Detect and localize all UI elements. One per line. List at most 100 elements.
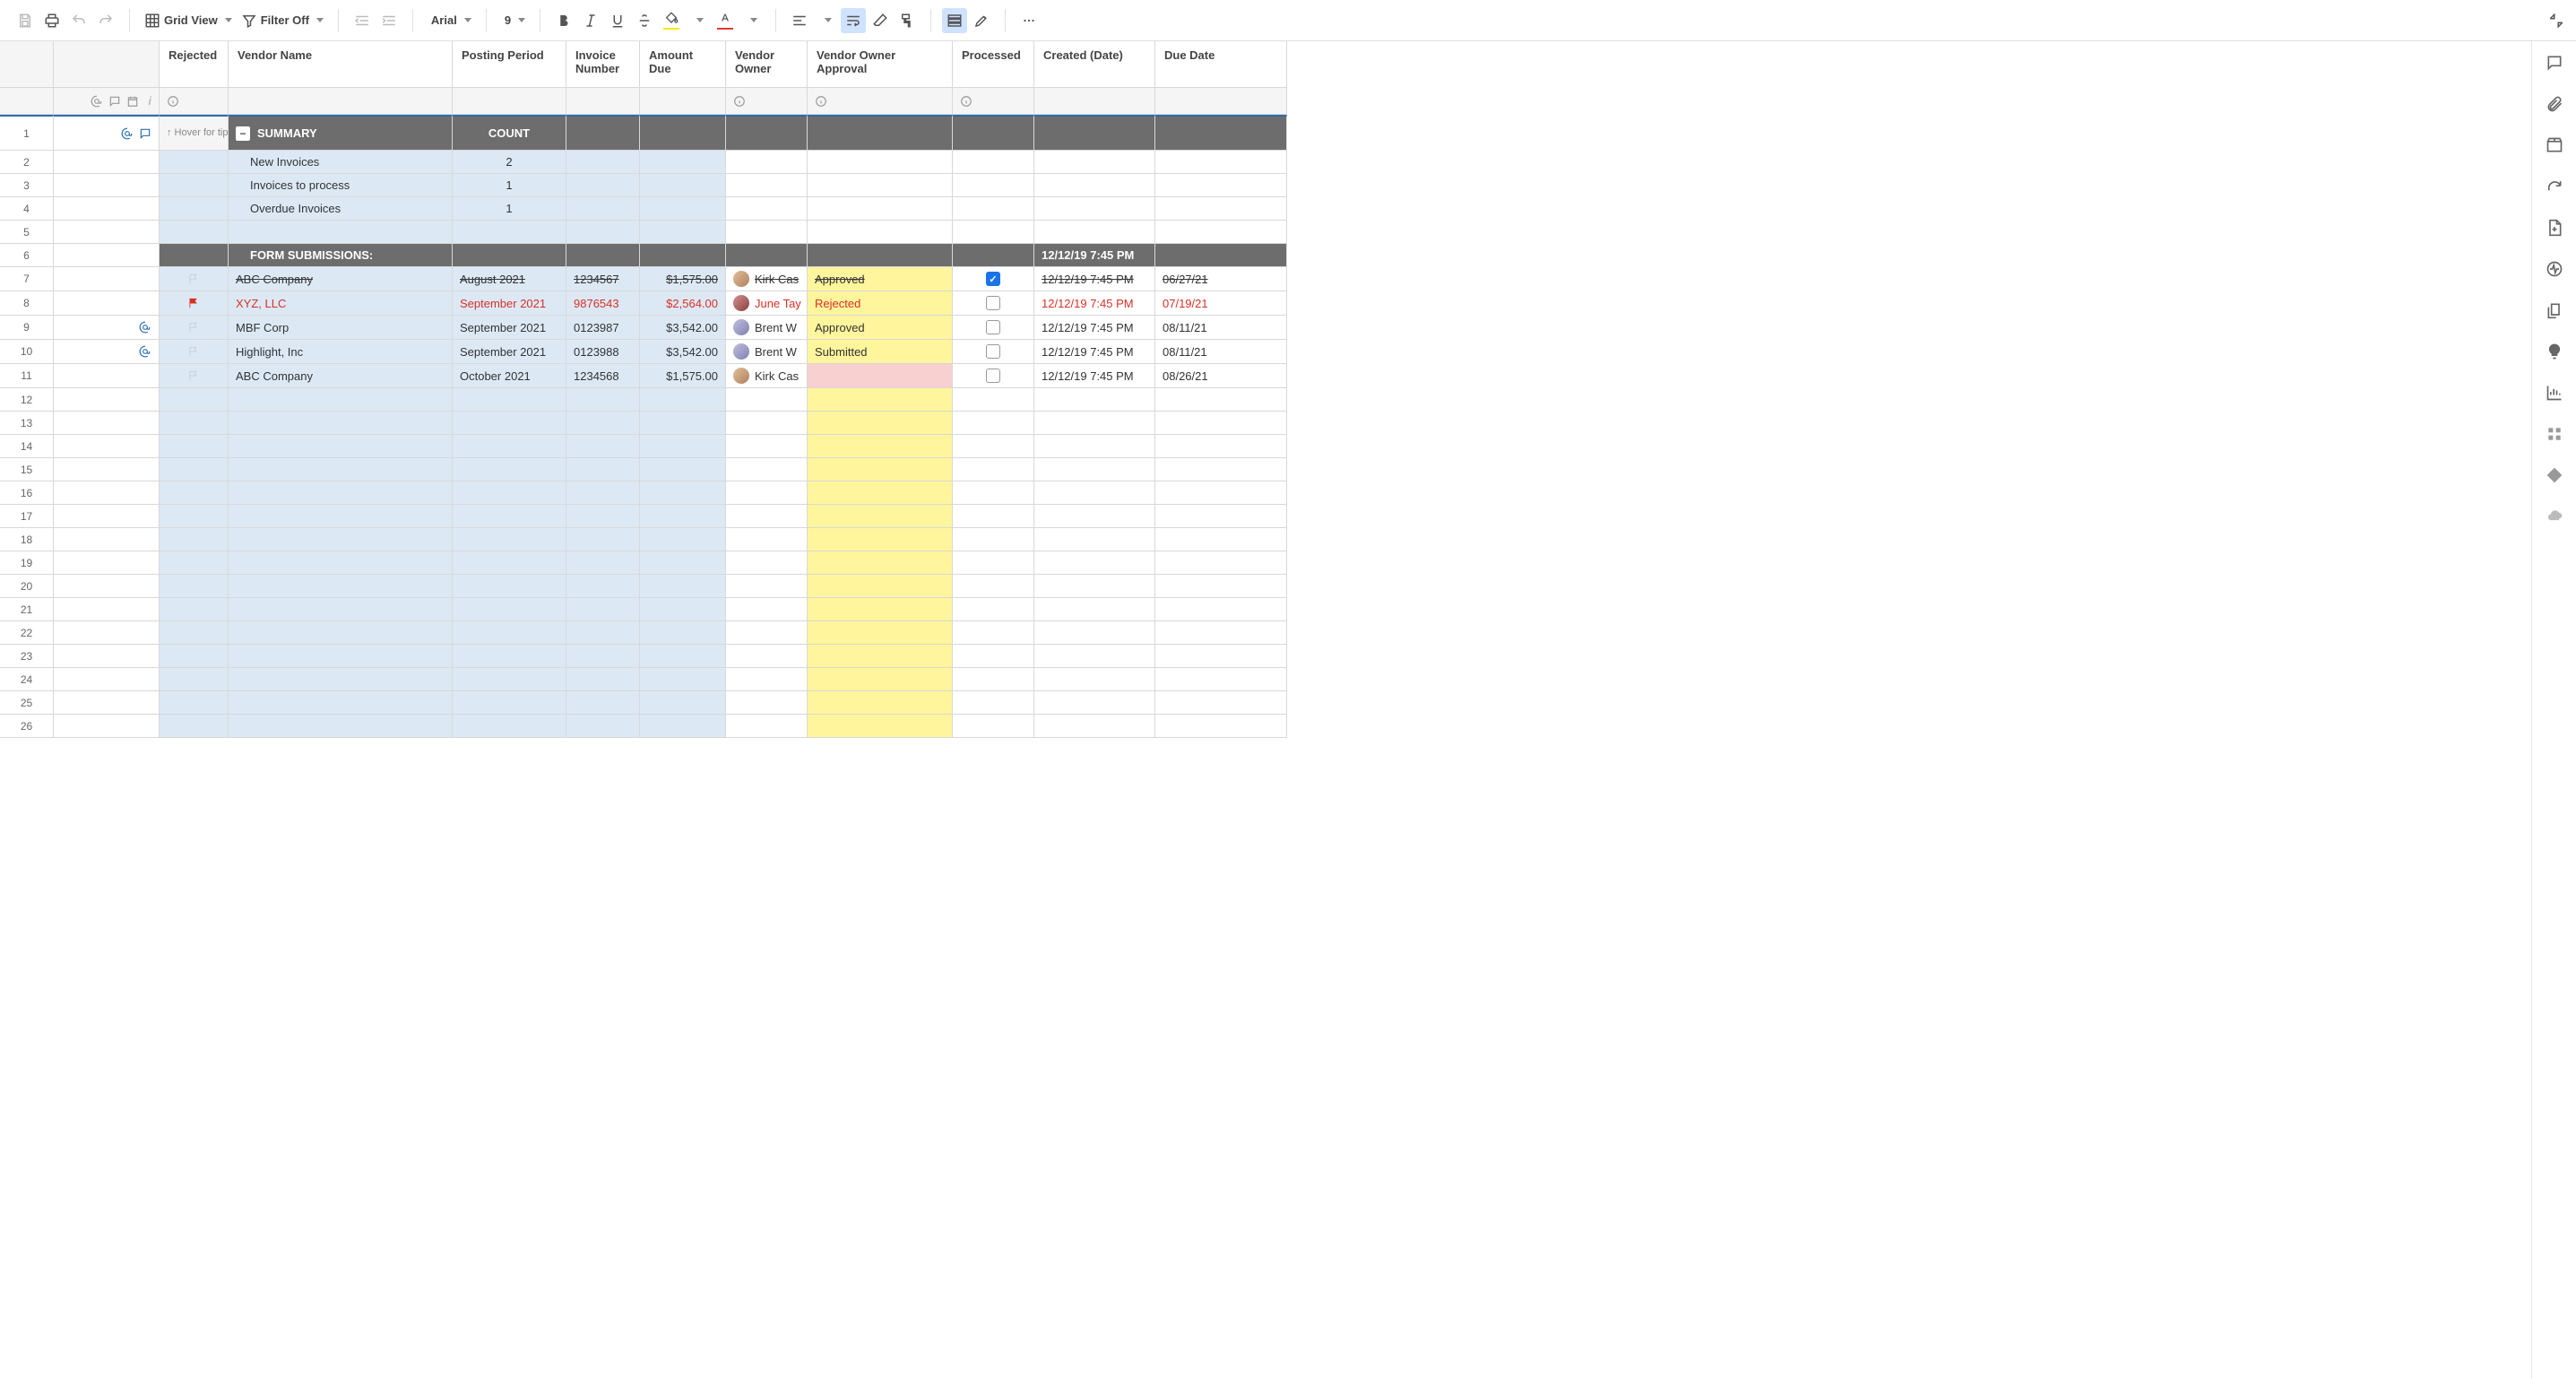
cell[interactable] — [566, 481, 640, 505]
col-header-vendor-owner[interactable]: Vendor Owner — [726, 41, 808, 88]
owner-cell[interactable]: Kirk Cas — [726, 267, 808, 291]
row-number[interactable]: 16 — [0, 481, 54, 505]
cell[interactable]: ↑ Hover for tips — [160, 115, 229, 151]
created-cell[interactable]: 12/12/19 7:45 PM — [1034, 291, 1155, 316]
flag-outline-icon[interactable] — [187, 345, 200, 358]
comments-panel-button[interactable] — [2544, 52, 2565, 74]
cell[interactable] — [808, 645, 953, 668]
approval-cell[interactable]: Approved — [808, 267, 953, 291]
cell[interactable] — [1034, 575, 1155, 598]
cell[interactable] — [160, 197, 229, 221]
wrap-text-button[interactable] — [841, 8, 866, 33]
apps-button[interactable] — [2544, 423, 2565, 445]
cell[interactable] — [566, 458, 640, 481]
cell[interactable] — [160, 435, 229, 458]
cell[interactable] — [640, 691, 726, 715]
invoice-cell[interactable]: 1234567 — [566, 267, 640, 291]
update-requests-button[interactable] — [2544, 176, 2565, 197]
cell[interactable] — [808, 221, 953, 244]
cell[interactable] — [160, 481, 229, 505]
sheet-area[interactable]: Rejected Vendor Name Posting Period Invo… — [0, 41, 2531, 1379]
cell[interactable] — [1034, 528, 1155, 551]
col-header-created-date[interactable]: Created (Date) — [1034, 41, 1155, 88]
row-number[interactable]: 25 — [0, 691, 54, 715]
cell[interactable] — [160, 598, 229, 621]
cell[interactable] — [726, 115, 808, 151]
rejected-cell[interactable] — [160, 267, 229, 291]
col-header-vendor-name[interactable]: Vendor Name — [229, 41, 453, 88]
cell[interactable] — [640, 221, 726, 244]
cell[interactable] — [1155, 197, 1287, 221]
cell[interactable] — [953, 435, 1034, 458]
row-number[interactable]: 2 — [0, 151, 54, 174]
cell[interactable] — [1034, 598, 1155, 621]
cell[interactable] — [1155, 388, 1287, 412]
row-number[interactable]: 15 — [0, 458, 54, 481]
cell[interactable] — [229, 481, 453, 505]
flag-outline-icon[interactable] — [187, 369, 200, 382]
summary-count-cell[interactable]: 1 — [453, 174, 566, 197]
cell[interactable] — [566, 388, 640, 412]
row-number[interactable]: 22 — [0, 621, 54, 645]
cell[interactable] — [229, 528, 453, 551]
processed-cell[interactable] — [953, 267, 1034, 291]
cell[interactable] — [453, 435, 566, 458]
cell[interactable] — [953, 505, 1034, 528]
cell[interactable] — [953, 551, 1034, 575]
vendor-cell[interactable]: ABC Company — [229, 267, 453, 291]
cell[interactable] — [566, 505, 640, 528]
save-button[interactable] — [13, 8, 38, 33]
processed-checkbox[interactable] — [986, 369, 1000, 383]
cell[interactable] — [229, 551, 453, 575]
cell[interactable] — [1155, 575, 1287, 598]
cell[interactable] — [726, 244, 808, 267]
cell[interactable] — [808, 244, 953, 267]
cell[interactable] — [1155, 412, 1287, 435]
due-cell[interactable]: 08/11/21 — [1155, 340, 1287, 364]
cell[interactable] — [726, 505, 808, 528]
due-cell[interactable]: 08/26/21 — [1155, 364, 1287, 388]
cell[interactable] — [453, 551, 566, 575]
due-cell[interactable]: 06/27/21 — [1155, 267, 1287, 291]
row-number[interactable]: 18 — [0, 528, 54, 551]
cell[interactable] — [566, 528, 640, 551]
cell[interactable] — [1155, 221, 1287, 244]
cell[interactable] — [726, 598, 808, 621]
cell[interactable] — [566, 621, 640, 645]
brandfolder-button[interactable] — [2544, 464, 2565, 486]
cell[interactable] — [566, 221, 640, 244]
cell[interactable] — [1155, 668, 1287, 691]
cell[interactable] — [1034, 412, 1155, 435]
row-number[interactable]: 24 — [0, 668, 54, 691]
cell[interactable] — [808, 621, 953, 645]
cell[interactable] — [808, 197, 953, 221]
cell[interactable] — [640, 244, 726, 267]
flag-icon[interactable] — [187, 297, 200, 309]
cell[interactable] — [160, 458, 229, 481]
cell[interactable] — [808, 435, 953, 458]
fill-color-dropdown[interactable] — [686, 8, 711, 33]
cell[interactable] — [953, 598, 1034, 621]
undo-button[interactable] — [66, 8, 91, 33]
cell[interactable] — [953, 412, 1034, 435]
font-family-select[interactable]: Arial — [424, 8, 475, 33]
cell[interactable] — [160, 221, 229, 244]
row-number[interactable]: 6 — [0, 244, 54, 267]
cell[interactable] — [726, 481, 808, 505]
cell[interactable] — [726, 621, 808, 645]
cell[interactable] — [640, 715, 726, 738]
cell[interactable] — [566, 645, 640, 668]
row-number[interactable]: 11 — [0, 364, 54, 388]
cell[interactable] — [160, 621, 229, 645]
approval-cell[interactable]: Rejected — [808, 291, 953, 316]
cell[interactable] — [566, 598, 640, 621]
amount-cell[interactable]: $3,542.00 — [640, 316, 726, 340]
cell[interactable] — [1155, 481, 1287, 505]
cell[interactable] — [453, 598, 566, 621]
cell[interactable] — [160, 244, 229, 267]
cell[interactable] — [160, 412, 229, 435]
cell[interactable]: Invoices to process — [229, 174, 453, 197]
cell[interactable] — [1155, 505, 1287, 528]
cell[interactable] — [726, 715, 808, 738]
cell[interactable] — [1034, 221, 1155, 244]
